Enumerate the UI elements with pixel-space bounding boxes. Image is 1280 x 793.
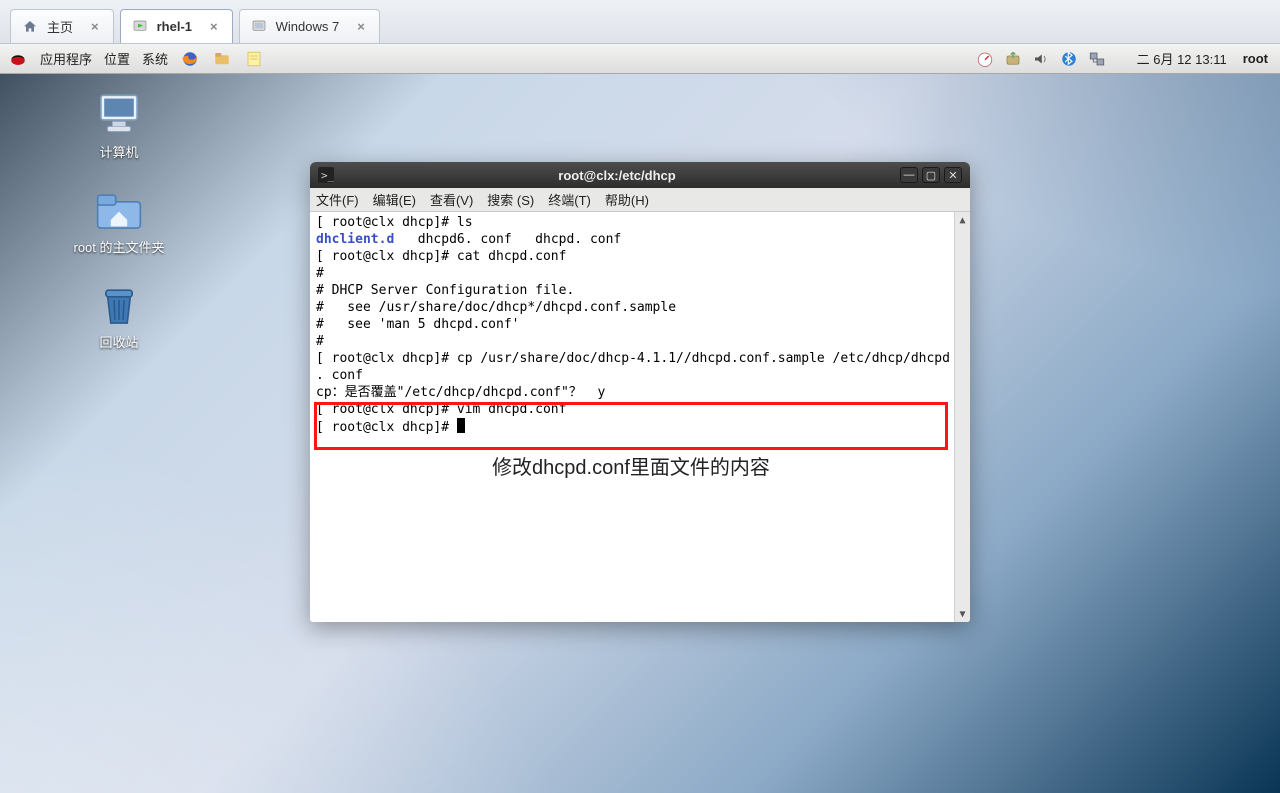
gnome-top-panel: 应用程序 位置 系统 二 6月 12 13:11 root	[0, 44, 1280, 74]
terminal-scrollbar[interactable]: ▲ ▼	[954, 212, 970, 622]
menu-file[interactable]: 文件(F)	[316, 190, 359, 209]
vm-icon	[250, 18, 268, 36]
volume-icon[interactable]	[1031, 49, 1051, 69]
firefox-icon[interactable]	[180, 49, 200, 69]
svg-text:>_: >_	[321, 169, 334, 182]
desktop-icons: 计算机 root 的主文件夹 回收站	[54, 92, 184, 377]
vm-on-icon	[131, 18, 149, 36]
menu-view[interactable]: 查看(V)	[430, 190, 473, 209]
terminal-icon: >_	[318, 167, 334, 183]
trash-icon	[92, 282, 146, 328]
desktop-icon-trash[interactable]: 回收站	[54, 282, 184, 351]
terminal-body[interactable]: [ root@clx dhcp]# ls dhclient.d dhcpd6. …	[310, 212, 970, 622]
window-buttons: — ▢ ✕	[900, 167, 962, 183]
host-tabbar: 主页 × rhel-1 × Windows 7 ×	[0, 0, 1280, 44]
minimize-button[interactable]: —	[900, 167, 918, 183]
close-icon[interactable]: ×	[357, 19, 365, 34]
menu-search[interactable]: 搜索 (S)	[487, 190, 534, 209]
desktop-icon-label: 计算机	[99, 142, 138, 161]
bluetooth-icon[interactable]	[1059, 49, 1079, 69]
cursor	[457, 418, 465, 433]
home-icon	[21, 18, 39, 36]
close-button[interactable]: ✕	[944, 167, 962, 183]
menu-help[interactable]: 帮助(H)	[605, 190, 649, 209]
desktop-icon-home[interactable]: root 的主文件夹	[54, 187, 184, 256]
home-folder-icon	[92, 187, 146, 233]
host-tab-windows[interactable]: Windows 7 ×	[239, 9, 380, 43]
desktop-icon-label: root 的主文件夹	[73, 237, 164, 256]
scroll-track[interactable]	[955, 228, 970, 606]
package-updates-icon[interactable]	[1003, 49, 1023, 69]
close-icon[interactable]: ×	[91, 19, 99, 34]
host-tab-home[interactable]: 主页 ×	[10, 9, 114, 43]
menu-terminal[interactable]: 终端(T)	[548, 190, 591, 209]
terminal-titlebar[interactable]: >_ root@clx:/etc/dhcp — ▢ ✕	[310, 162, 970, 188]
menu-applications[interactable]: 应用程序	[40, 49, 92, 68]
file-manager-icon[interactable]	[212, 49, 232, 69]
host-tab-label: Windows 7	[276, 19, 340, 34]
host-tab-rhel[interactable]: rhel-1 ×	[120, 9, 233, 43]
close-icon[interactable]: ×	[210, 19, 218, 34]
terminal-output: [ root@clx dhcp]# ls dhclient.d dhcpd6. …	[314, 212, 952, 438]
scroll-down-button[interactable]: ▼	[955, 606, 970, 622]
window-title: root@clx:/etc/dhcp	[340, 168, 894, 183]
notes-icon[interactable]	[244, 49, 264, 69]
maximize-button[interactable]: ▢	[922, 167, 940, 183]
menu-edit[interactable]: 编辑(E)	[373, 190, 416, 209]
scroll-up-button[interactable]: ▲	[955, 212, 970, 228]
terminal-menubar: 文件(F) 编辑(E) 查看(V) 搜索 (S) 终端(T) 帮助(H)	[310, 188, 970, 212]
network-icon[interactable]	[1087, 49, 1107, 69]
redhat-icon[interactable]	[8, 49, 28, 69]
menu-system[interactable]: 系统	[142, 49, 168, 68]
menu-places[interactable]: 位置	[104, 49, 130, 68]
desktop-icon-label: 回收站	[99, 332, 138, 351]
computer-icon	[92, 92, 146, 138]
host-tab-label: 主页	[47, 17, 73, 36]
annotation-note: 修改dhcpd.conf里面文件的内容	[310, 460, 952, 477]
terminal-window: >_ root@clx:/etc/dhcp — ▢ ✕ 文件(F) 编辑(E) …	[310, 162, 970, 622]
desktop-icon-computer[interactable]: 计算机	[54, 92, 184, 161]
system-tray: 二 6月 12 13:11 root	[975, 49, 1272, 69]
clock[interactable]: 二 6月 12 13:11	[1137, 49, 1227, 68]
user-menu[interactable]: root	[1243, 51, 1268, 66]
host-tab-label: rhel-1	[157, 19, 192, 34]
system-monitor-icon[interactable]	[975, 49, 995, 69]
